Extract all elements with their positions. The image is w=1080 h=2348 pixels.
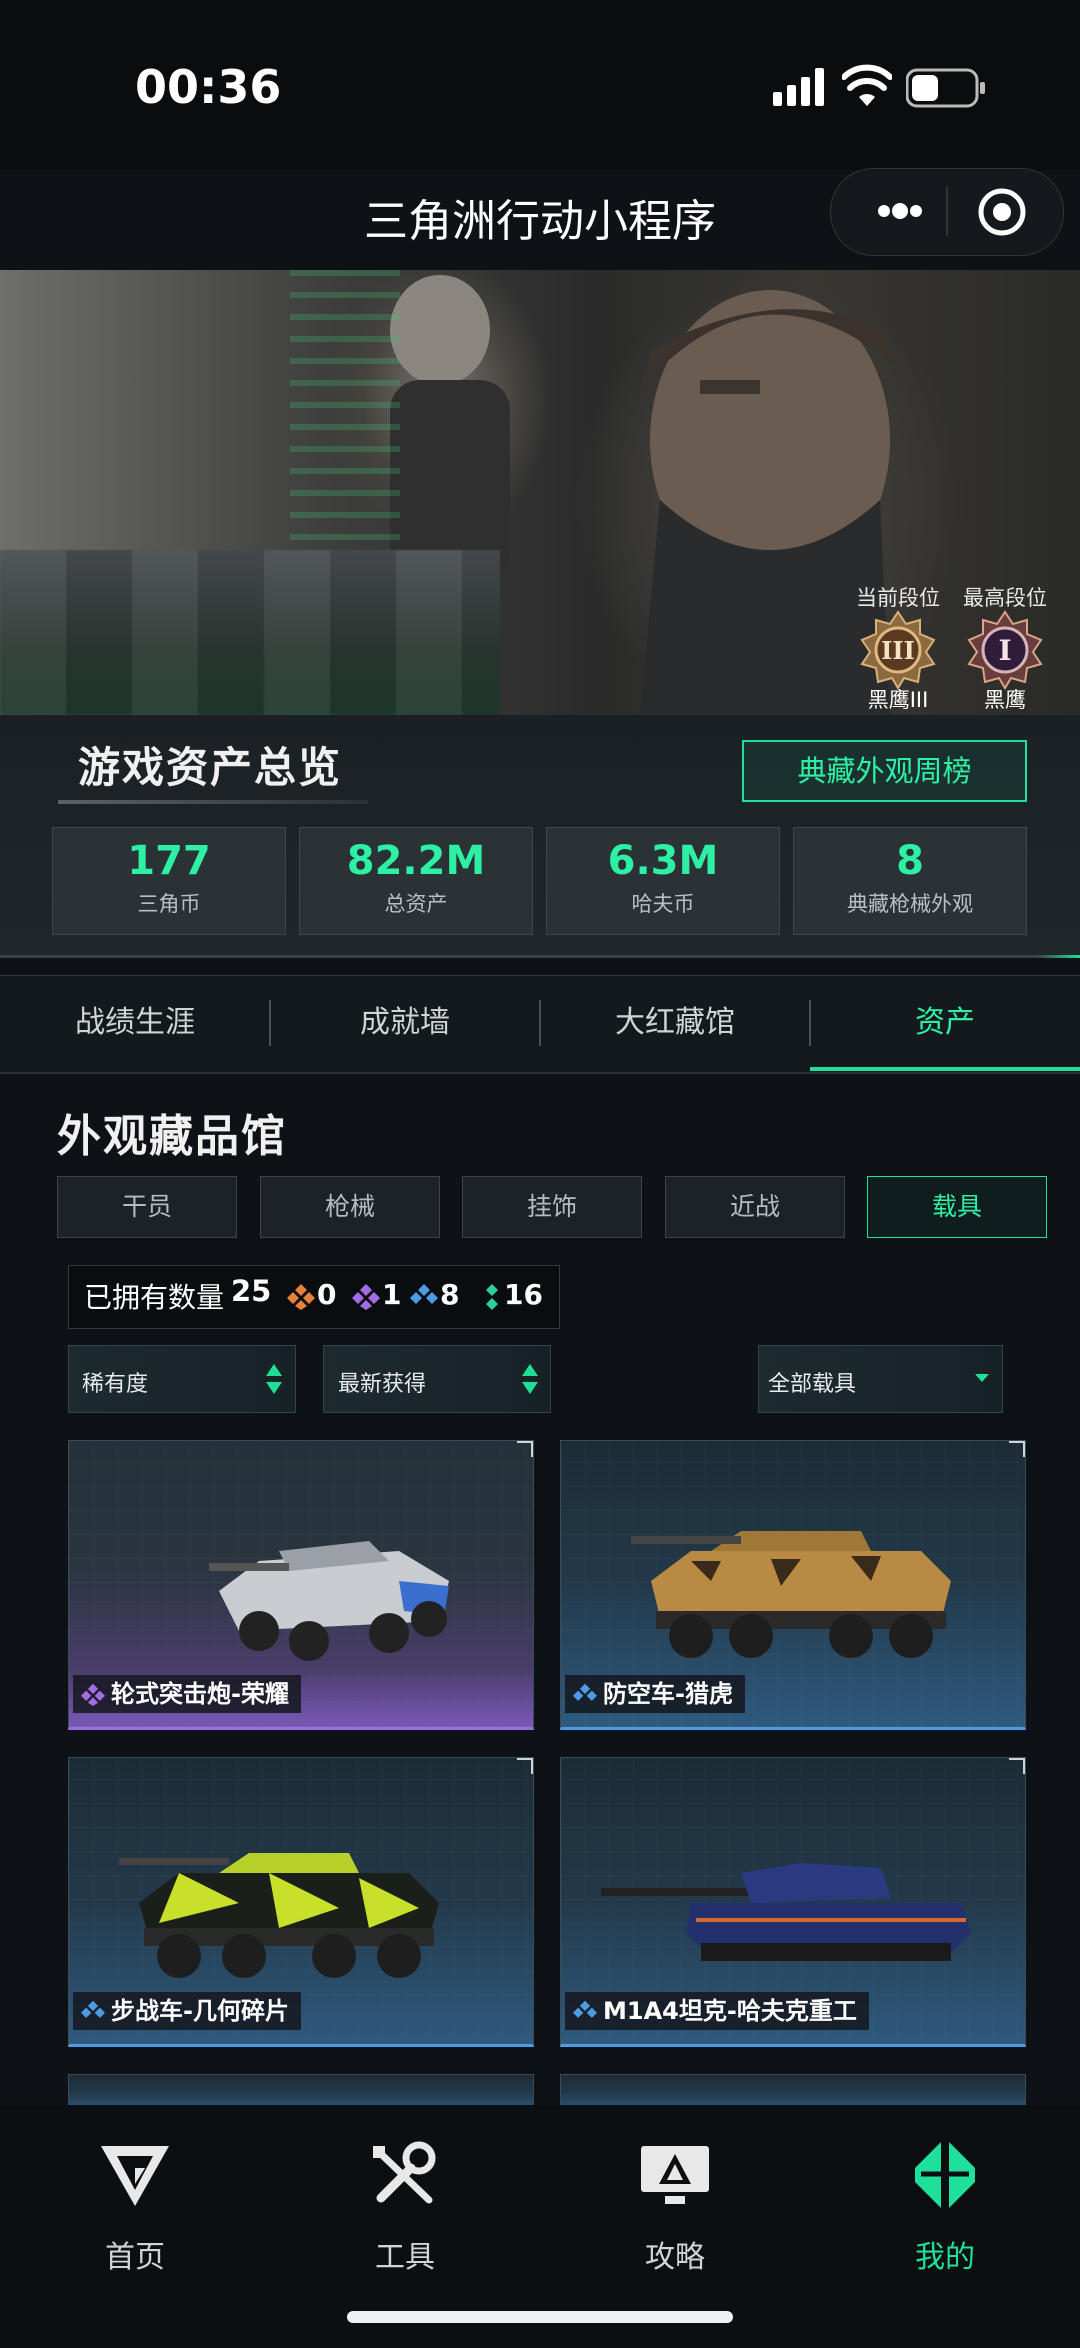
stat-card-total-assets: 82.2M 总资产: [299, 827, 533, 935]
purple-rarity-icon: [81, 1683, 105, 1706]
wheeled-assault-gun-image: [209, 1541, 449, 1661]
overview-divider: [0, 955, 1080, 958]
max-rank-badge-icon: I: [967, 610, 1043, 690]
category-vehicle[interactable]: 载具: [867, 1176, 1047, 1238]
tabbar-guide-label: 攻略: [645, 2240, 705, 2275]
stat-value: 177: [127, 838, 211, 884]
tabbar-home[interactable]: [45, 2140, 225, 2214]
active-tab-indicator: [810, 1067, 1080, 1071]
stat-label: 典藏枪械外观: [847, 892, 973, 916]
stat-label: 总资产: [384, 892, 448, 916]
stat-value: 6.3M: [607, 838, 719, 884]
weekly-ranking-button[interactable]: 典藏外观周榜: [742, 740, 1027, 802]
category-weapon[interactable]: 枪械: [260, 1176, 440, 1238]
delta-logo-icon: [101, 2146, 169, 2206]
corner-mark: [517, 1758, 533, 1774]
svg-text:III: III: [881, 636, 915, 665]
m1a4-tank-image: [601, 1863, 971, 1961]
tab-assets[interactable]: 资产: [810, 975, 1080, 1071]
profile-logo-icon: [915, 2142, 975, 2208]
signal-icon: [773, 68, 824, 106]
blue-rarity-count: 8: [440, 1278, 460, 1311]
stat-card-haf-coin: 6.3M 哈夫币: [546, 827, 780, 935]
battery-icon: [906, 68, 985, 108]
green-rarity-count: 16: [504, 1278, 543, 1311]
corner-mark: [1009, 1441, 1025, 1457]
chevron-down-icon: [975, 1374, 989, 1382]
tabbar-home-label: 首页: [105, 2240, 165, 2275]
stat-card-collection-skins: 8 典藏枪械外观: [793, 827, 1027, 935]
corner-mark: [517, 1441, 533, 1457]
owned-count: 25: [231, 1274, 272, 1308]
sort-updown-icon: [522, 1364, 538, 1394]
vehicle-name: M1A4坦克-哈夫克重工: [603, 1997, 857, 2025]
vehicle-card-aa-vehicle[interactable]: 防空车-猎虎: [560, 1440, 1026, 1730]
sort-order-label: 最新获得: [338, 1372, 427, 1397]
orange-rarity-count: 0: [317, 1278, 337, 1311]
max-rank-label: 最高段位: [963, 586, 1047, 610]
more-dots-icon[interactable]: [860, 186, 940, 236]
wifi-icon: [842, 64, 892, 106]
title-underline: [58, 800, 368, 804]
vehicle-name-tag: M1A4坦克-哈夫克重工: [565, 1992, 869, 2030]
hero-mosaic-blur: [0, 550, 500, 715]
category-melee[interactable]: 近战: [665, 1176, 845, 1238]
stat-value: 8: [896, 838, 924, 884]
rarity-filter-label: 稀有度: [82, 1372, 149, 1397]
current-rank-label: 当前段位: [856, 586, 940, 610]
tabbar-profile[interactable]: [855, 2140, 1035, 2214]
monitor-guide-icon: [641, 2146, 709, 2204]
vehicle-card-wheeled-assault-gun[interactable]: 轮式突击炮-荣耀: [68, 1440, 534, 1730]
tools-icon: [373, 2141, 436, 2204]
stat-label: 哈夫币: [631, 892, 695, 916]
vehicle-name: 步战车-几何碎片: [111, 1997, 289, 2025]
blue-rarity-icon: [81, 2000, 105, 2018]
vehicle-name: 轮式突击炮-荣耀: [111, 1680, 289, 1708]
orange-rarity-icon: [287, 1284, 315, 1310]
corner-mark: [1009, 1758, 1025, 1774]
blue-rarity-icon: [573, 1683, 597, 1701]
stat-card-delta-coin: 177 三角币: [52, 827, 286, 935]
tabbar-profile-label: 我的: [915, 2240, 975, 2275]
category-operator[interactable]: 干员: [57, 1176, 237, 1238]
vehicle-name: 防空车-猎虎: [603, 1680, 733, 1708]
svg-text:I: I: [998, 634, 1011, 667]
vehicle-name-tag: 轮式突击炮-荣耀: [73, 1675, 301, 1713]
vehicle-card-ifv[interactable]: 步战车-几何碎片: [68, 1757, 534, 2047]
tab-career[interactable]: 战绩生涯: [0, 975, 270, 1071]
stat-label: 三角币: [137, 892, 201, 916]
blue-rarity-icon: [573, 2000, 597, 2018]
green-rarity-icon: [486, 1284, 498, 1310]
owned-label: 已拥有数量: [84, 1281, 225, 1314]
aa-vehicle-image: [631, 1531, 951, 1658]
tabbar-tools[interactable]: [315, 2140, 495, 2214]
current-rank-badge-icon: III: [860, 610, 936, 690]
purple-rarity-count: 1: [382, 1278, 402, 1311]
sort-updown-icon: [266, 1364, 282, 1394]
current-rank-name: 黑鹰III: [867, 688, 929, 712]
vehicle-name-tag: 防空车-猎虎: [565, 1675, 745, 1713]
vehicle-name-tag: 步战车-几何碎片: [73, 1992, 301, 2030]
overview-title: 游戏资产总览: [78, 743, 343, 792]
ifv-image: [119, 1853, 439, 1978]
category-charm[interactable]: 挂饰: [462, 1176, 642, 1238]
vehicle-type-label: 全部载具: [768, 1372, 857, 1397]
tabbar-tools-label: 工具: [375, 2240, 435, 2275]
target-circle-icon[interactable]: [976, 186, 1028, 238]
tabbar-guide[interactable]: [585, 2140, 765, 2214]
status-time: 00:36: [135, 60, 282, 114]
tab-achievements[interactable]: 成就墙: [270, 975, 540, 1071]
home-indicator[interactable]: [347, 2311, 733, 2323]
purple-rarity-icon: [352, 1284, 380, 1310]
max-rank-name: 黑鹰: [984, 688, 1026, 712]
vehicle-card-m1a4-tank[interactable]: M1A4坦克-哈夫克重工: [560, 1757, 1026, 2047]
stat-value: 82.2M: [346, 838, 486, 884]
capsule-divider: [946, 186, 948, 236]
blue-rarity-icon: [410, 1284, 438, 1304]
tab-red-collection[interactable]: 大红藏馆: [540, 975, 810, 1071]
collection-title: 外观藏品馆: [57, 1111, 287, 1162]
